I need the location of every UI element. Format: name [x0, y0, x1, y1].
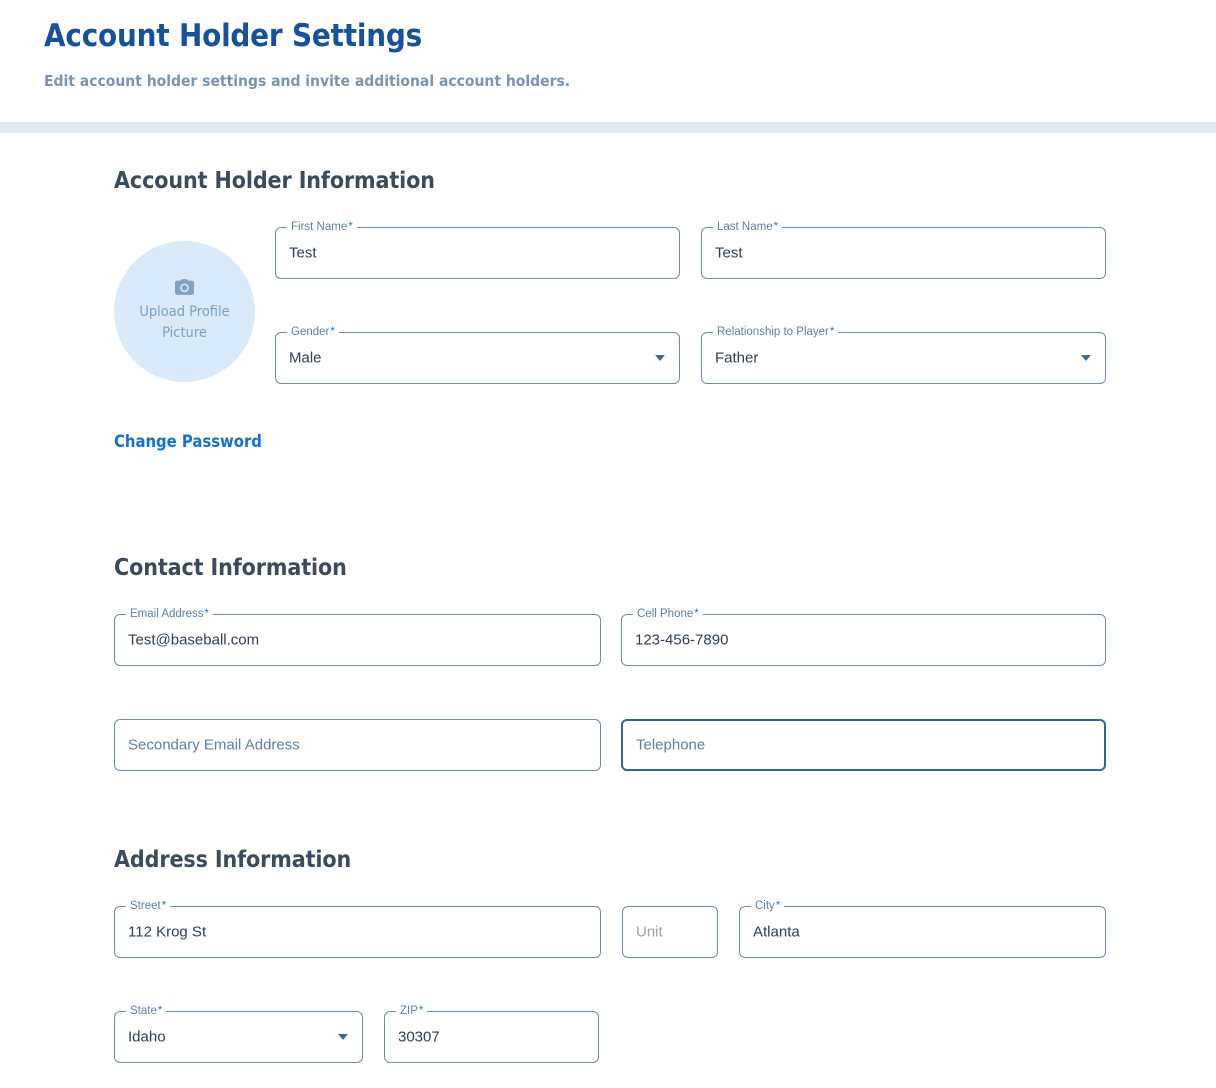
unit-field[interactable]: Unit: [622, 906, 718, 958]
section-title-address: Address Information: [114, 847, 352, 873]
relationship-label: Relationship to Player*: [713, 326, 839, 339]
state-select[interactable]: State* Idaho: [114, 1005, 363, 1063]
section-title-contact: Contact Information: [114, 555, 347, 581]
section-title-account-holder: Account Holder Information: [114, 168, 435, 194]
email-address-field[interactable]: Email Address* Test@baseball.com: [114, 608, 601, 666]
last-name-field[interactable]: Last Name* Test: [701, 221, 1106, 279]
relationship-value: Father: [715, 349, 759, 367]
telephone-field[interactable]: Telephone: [621, 719, 1106, 771]
last-name-label: Last Name*: [713, 221, 783, 234]
chevron-down-icon[interactable]: [1081, 355, 1091, 361]
email-address-value: Test@baseball.com: [128, 631, 260, 649]
upload-profile-picture-label: Upload Profile Picture: [139, 303, 230, 341]
telephone-placeholder: Telephone: [636, 736, 706, 754]
cell-phone-value: 123-456-7890: [635, 631, 729, 649]
email-address-label: Email Address*: [126, 608, 213, 621]
first-name-label: First Name*: [287, 221, 357, 234]
camera-icon: [175, 279, 194, 295]
secondary-email-field[interactable]: Secondary Email Address: [114, 719, 601, 771]
first-name-value: Test: [289, 244, 317, 262]
city-label: City*: [751, 900, 785, 913]
street-field[interactable]: Street* 112 Krog St: [114, 900, 601, 958]
header-divider-band: [0, 122, 1216, 133]
state-value: Idaho: [128, 1028, 166, 1046]
last-name-value: Test: [715, 244, 743, 262]
change-password-link[interactable]: Change Password: [114, 432, 262, 451]
page-title: Account Holder Settings: [44, 18, 423, 54]
page-subtitle: Edit account holder settings and invite …: [44, 72, 571, 91]
state-label: State*: [126, 1005, 167, 1018]
gender-value: Male: [289, 349, 322, 367]
chevron-down-icon[interactable]: [655, 355, 665, 361]
unit-placeholder: Unit: [636, 923, 663, 941]
city-value: Atlanta: [753, 923, 800, 941]
secondary-email-placeholder: Secondary Email Address: [128, 736, 300, 754]
page-header: Account Holder Settings Edit account hol…: [0, 0, 1216, 122]
zip-label: ZIP*: [396, 1005, 428, 1018]
city-field[interactable]: City* Atlanta: [739, 900, 1106, 958]
cell-phone-field[interactable]: Cell Phone* 123-456-7890: [621, 608, 1106, 666]
relationship-select[interactable]: Relationship to Player* Father: [701, 326, 1106, 384]
street-value: 112 Krog St: [128, 923, 207, 941]
first-name-field[interactable]: First Name* Test: [275, 221, 680, 279]
street-label: Street*: [126, 900, 171, 913]
gender-label: Gender*: [287, 326, 339, 339]
cell-phone-label: Cell Phone*: [633, 608, 703, 621]
zip-value: 30307: [398, 1028, 440, 1046]
upload-profile-picture-button[interactable]: Upload Profile Picture: [114, 241, 255, 382]
gender-select[interactable]: Gender* Male: [275, 326, 680, 384]
chevron-down-icon[interactable]: [338, 1034, 348, 1040]
zip-field[interactable]: ZIP* 30307: [384, 1005, 599, 1063]
